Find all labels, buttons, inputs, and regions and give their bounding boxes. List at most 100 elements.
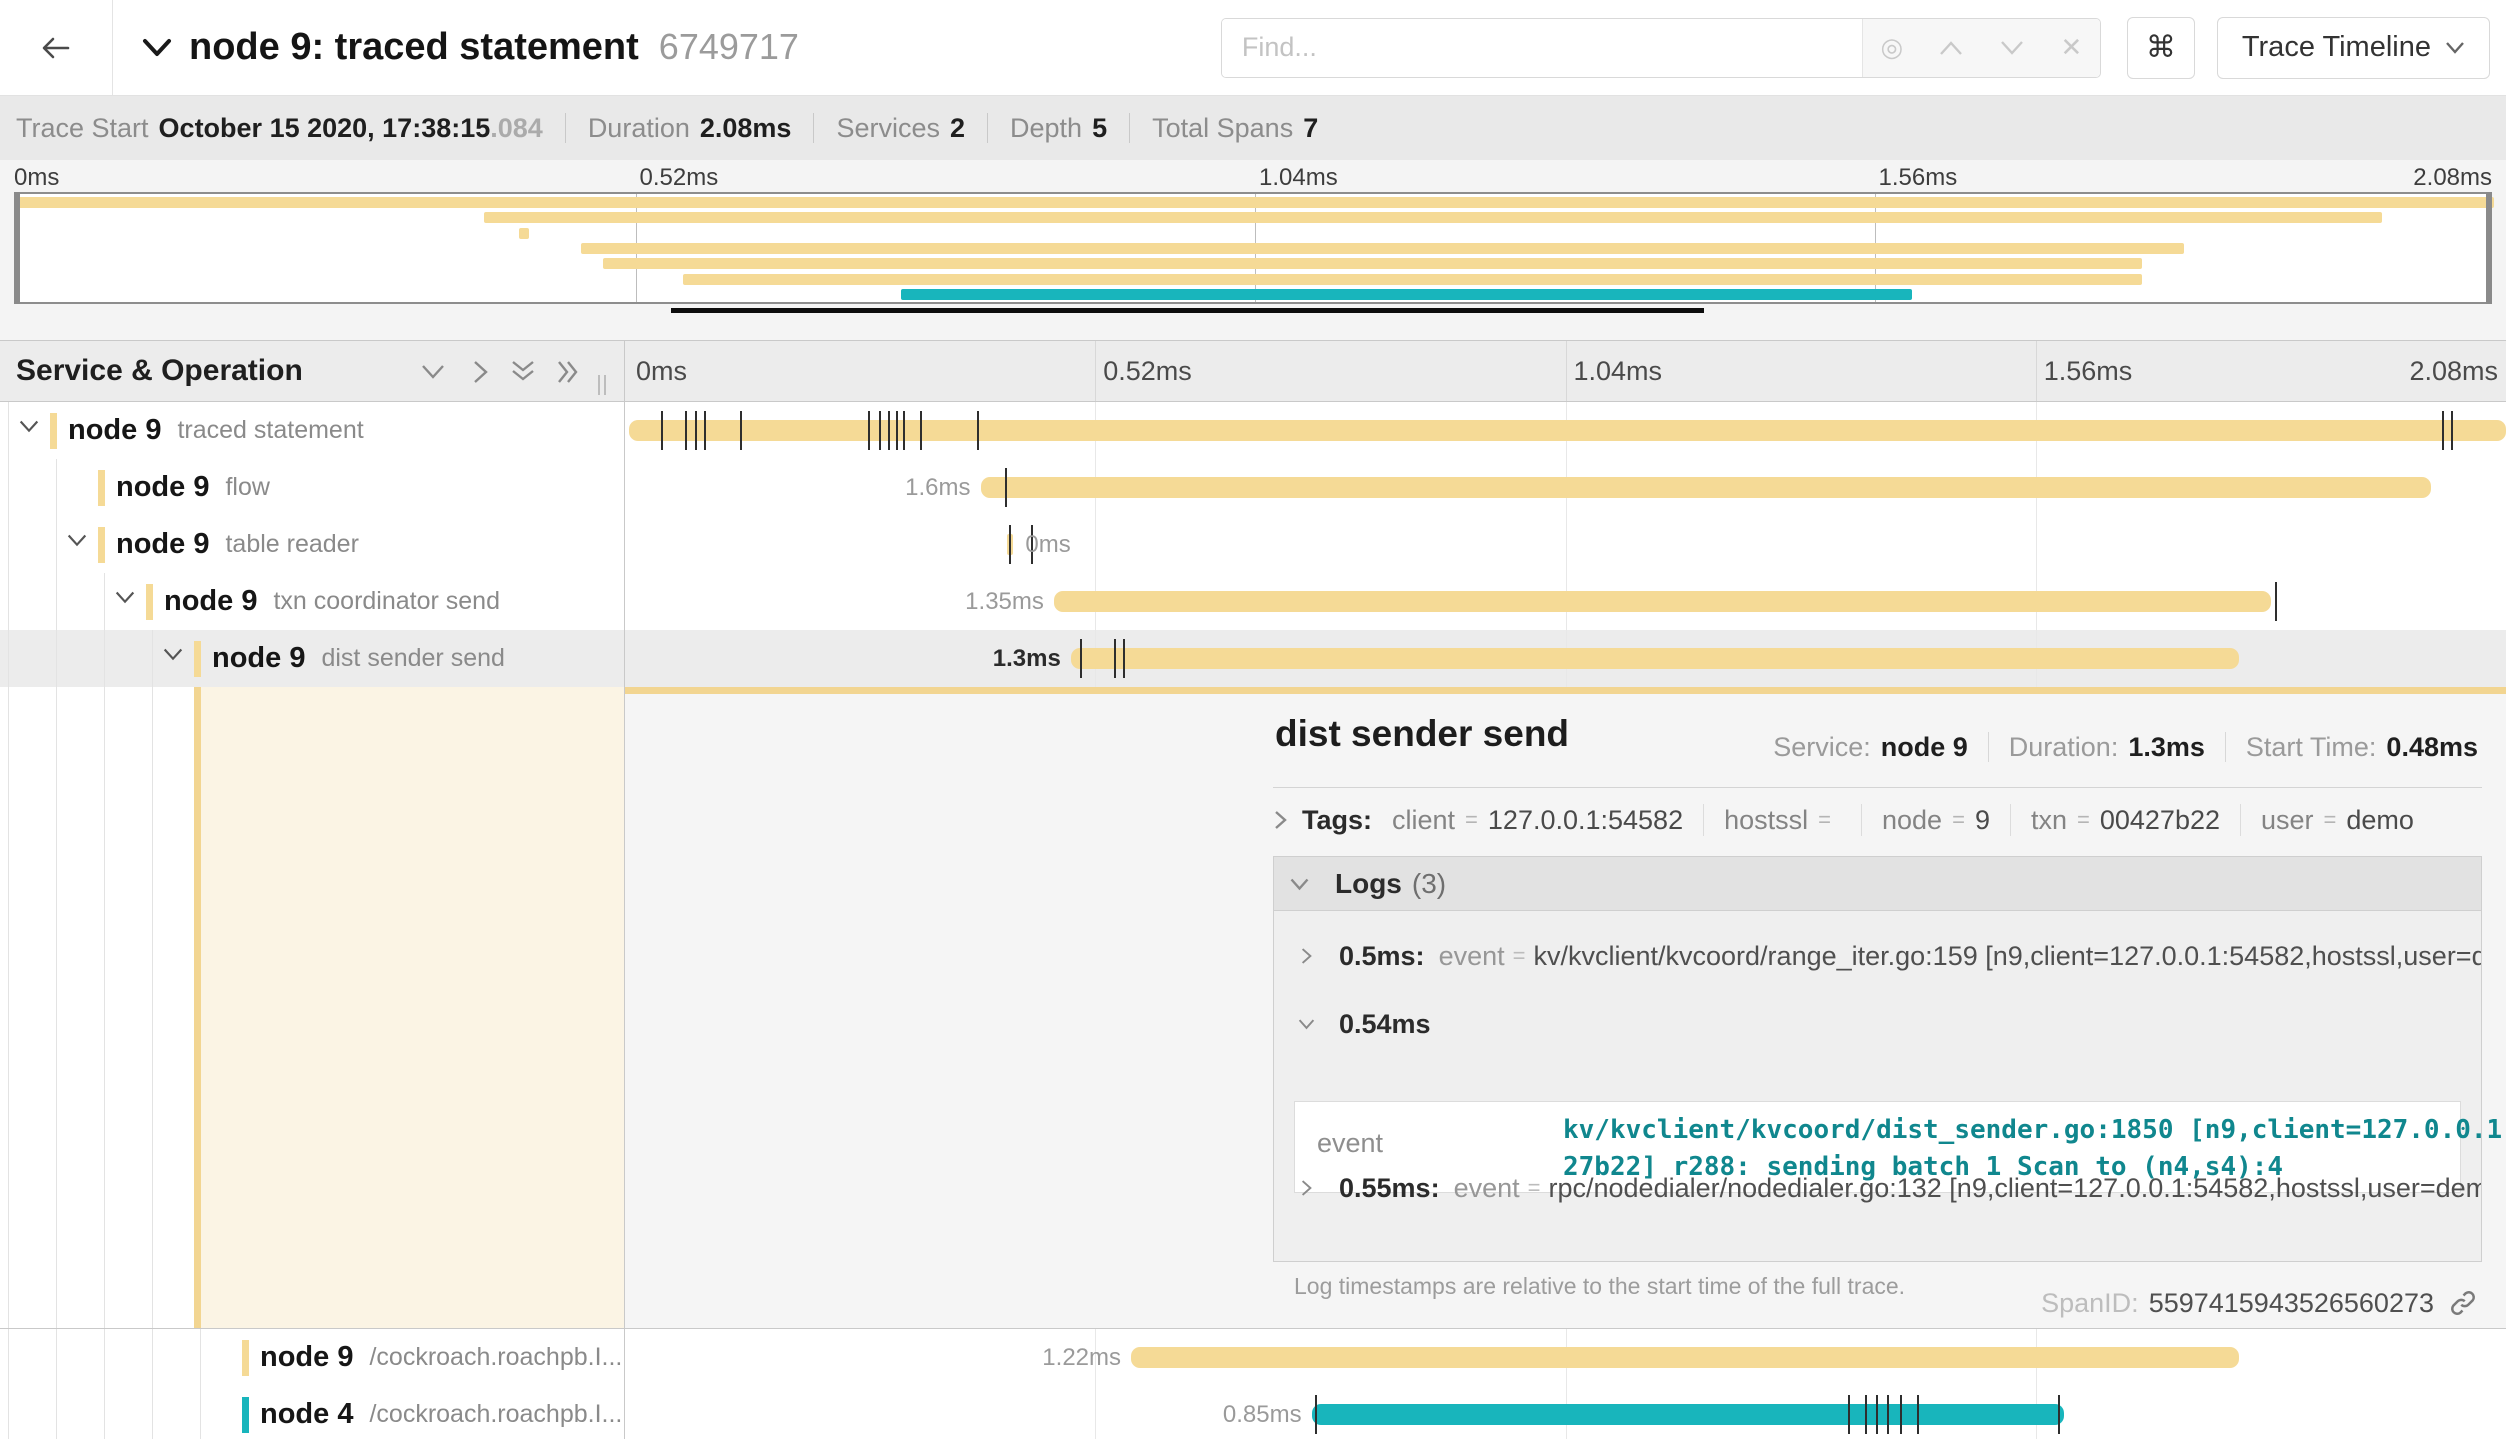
log-marker-tick: [920, 411, 922, 450]
indent-guide: [8, 630, 9, 687]
span-row: node 4/cockroach.roachpb.I...0.85ms: [0, 1386, 2506, 1439]
tags-label: Tags:: [1302, 805, 1372, 836]
span-name-cell[interactable]: node 4/cockroach.roachpb.I...: [0, 1386, 625, 1439]
tag-equals: =: [2324, 807, 2337, 833]
span-name-cell[interactable]: node 9txn coordinator send: [0, 573, 625, 630]
minimap-span-bar: [519, 228, 529, 239]
names-header: Service & Operation: [0, 341, 625, 401]
minimap-right-handle[interactable]: [2486, 192, 2492, 304]
span-duration-bar[interactable]: [629, 420, 2506, 441]
collapse-one-chevron-down-icon[interactable]: [416, 355, 450, 389]
minimap-tick-label: 1.56ms: [1879, 164, 1958, 192]
logs-section: Logs (3) 0.5ms:event=kv/kvclient/kvcoord…: [1273, 856, 2482, 1262]
log-marker-tick: [903, 411, 905, 450]
span-id-row: SpanID: 5597415943526560273: [2041, 1285, 2478, 1321]
minimap-span-bar: [581, 243, 2184, 254]
indent-guide: [56, 630, 57, 687]
service-name: node 4/cockroach.roachpb.I...: [260, 1386, 622, 1439]
span-name-cell[interactable]: node 9traced statement: [0, 402, 625, 459]
span-duration-bar[interactable]: [1054, 591, 2271, 612]
span-duration-label: 0ms: [1025, 516, 1070, 573]
span-color-accent: [194, 687, 201, 1328]
log-equals: =: [1528, 1175, 1541, 1201]
log-marker-tick: [888, 411, 890, 450]
span-duration-bar[interactable]: [1312, 1404, 2064, 1425]
log-marker-tick: [868, 411, 870, 450]
service-name: node 9/cockroach.roachpb.I...: [260, 1329, 622, 1386]
locate-icon[interactable]: ◎: [1880, 32, 1903, 63]
separator: [987, 113, 988, 143]
chevron-down-icon[interactable]: [162, 647, 184, 662]
chevron-down-icon[interactable]: [66, 533, 88, 548]
span-name-cell[interactable]: node 9flow: [0, 459, 625, 516]
collapse-trace-chevron-icon[interactable]: [141, 37, 173, 59]
log-marker-tick: [896, 411, 898, 450]
minimap-left-handle[interactable]: [14, 192, 20, 304]
log-marker-tick: [1887, 1395, 1889, 1434]
span-timeline-cell[interactable]: 1.35ms: [625, 573, 2506, 630]
clear-find-icon[interactable]: ✕: [2061, 32, 2083, 63]
span-timeline-cell[interactable]: [625, 402, 2506, 459]
keyboard-shortcuts-button[interactable]: ⌘: [2127, 17, 2195, 79]
span-timeline-cell[interactable]: 1.6ms: [625, 459, 2506, 516]
view-selector-button[interactable]: Trace Timeline: [2217, 17, 2490, 79]
span-timeline-cell[interactable]: 1.3ms: [625, 630, 2506, 687]
expand-all-double-chevron-right-icon[interactable]: [552, 355, 586, 389]
operation-name: table reader: [225, 530, 358, 559]
span-name-cell[interactable]: node 9/cockroach.roachpb.I...: [0, 1329, 625, 1386]
minimap-span-bar: [16, 197, 2494, 208]
find-next-chevron-down-icon[interactable]: [1999, 39, 2025, 57]
chevron-down-icon[interactable]: [114, 590, 136, 605]
log-entry-row[interactable]: 0.5ms:event=kv/kvclient/kvcoord/range_it…: [1274, 929, 2481, 983]
summary-value: 2: [950, 113, 965, 144]
log-marker-tick: [2451, 411, 2453, 450]
tag-equals: =: [1465, 807, 1478, 833]
separator: [1703, 804, 1704, 836]
span-name-cell[interactable]: node 9dist sender send: [0, 630, 625, 687]
minimap-tick-label: 1.04ms: [1259, 164, 1338, 192]
top-bar: node 9: traced statement6749717 ◎ ✕ ⌘ Tr…: [0, 0, 2506, 96]
expand-one-chevron-right-icon[interactable]: [464, 355, 498, 389]
span-detail-panel: dist sender send Service:node 9Duration:…: [625, 687, 2506, 1329]
log-entry-row[interactable]: 0.55ms:event=rpc/nodedialer/nodedialer.g…: [1274, 1161, 2481, 1215]
log-marker-tick: [1865, 1395, 1867, 1434]
indent-guide: [200, 1386, 201, 1439]
find-input[interactable]: [1222, 19, 1862, 77]
tag-value: 9: [1975, 805, 1990, 836]
ruler-tick-label: 0ms: [636, 341, 687, 401]
copy-link-icon[interactable]: [2448, 1288, 2478, 1318]
collapse-all-double-chevron-down-icon[interactable]: [506, 355, 540, 389]
log-field-value: kv/kvclient/kvcoord/range_iter.go:159 [n…: [1533, 941, 2481, 972]
indent-guide: [104, 630, 105, 687]
find-nav: ◎ ✕: [1862, 19, 2100, 77]
span-duration-bar[interactable]: [981, 477, 2431, 498]
span-duration-label: 1.3ms: [993, 630, 1061, 687]
minimap-tick-label: 0.52ms: [640, 164, 719, 192]
span-timeline-cell[interactable]: 1.22ms: [625, 1329, 2506, 1386]
span-duration-bar[interactable]: [1071, 648, 2239, 669]
column-resize-grip[interactable]: [598, 375, 610, 395]
separator: [2240, 804, 2241, 836]
page-title: node 9: traced statement6749717: [189, 26, 799, 69]
summary-value: 5: [1092, 113, 1107, 144]
minimap-viewport-indicator[interactable]: [671, 308, 1704, 313]
span-detail-meta: Service:node 9Duration:1.3msStart Time:0…: [1773, 727, 2478, 767]
find-prev-chevron-up-icon[interactable]: [1938, 39, 1964, 57]
log-entry-row[interactable]: 0.54ms: [1274, 997, 2481, 1051]
span-timeline-cell[interactable]: 0.85ms: [625, 1386, 2506, 1439]
separator: [565, 113, 566, 143]
span-name-cell[interactable]: node 9table reader: [0, 516, 625, 573]
log-marker-tick: [1114, 639, 1116, 678]
span-duration-bar[interactable]: [1131, 1347, 2239, 1368]
tags-row[interactable]: Tags: client=127.0.0.1:54582hostssl=node…: [1273, 797, 2482, 843]
minimap-canvas[interactable]: [14, 192, 2492, 304]
chevron-down-icon[interactable]: [18, 419, 40, 434]
log-marker-tick: [695, 411, 697, 450]
span-detail-highlight: [201, 687, 624, 1328]
back-button[interactable]: [0, 0, 113, 95]
tag-key: user: [2261, 805, 2314, 836]
logs-header[interactable]: Logs (3): [1274, 857, 2481, 911]
operation-name: traced statement: [177, 416, 363, 445]
span-timeline-cell[interactable]: 0ms: [625, 516, 2506, 573]
span-duration-label: 1.22ms: [1042, 1329, 1121, 1386]
